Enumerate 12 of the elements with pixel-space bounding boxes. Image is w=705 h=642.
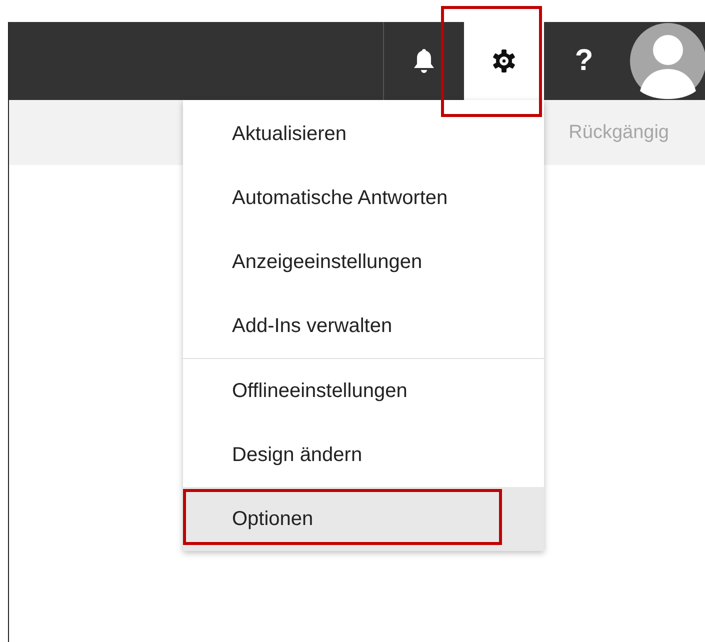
menu-item[interactable]: Optionen (183, 487, 544, 551)
menu-item[interactable]: Automatische Antworten (183, 166, 544, 230)
menu-item[interactable]: Anzeigeeinstellungen (183, 230, 544, 294)
menu-item[interactable]: Design ändern (183, 423, 544, 487)
bell-icon (413, 48, 435, 74)
settings-button[interactable] (464, 22, 544, 100)
menu-item[interactable]: Aktualisieren (183, 102, 544, 166)
menu-item[interactable]: Offlineeinstellungen (183, 359, 544, 423)
help-button[interactable]: ? (544, 22, 624, 100)
avatar-icon[interactable] (630, 23, 705, 99)
settings-icon (491, 48, 517, 74)
menu-item[interactable]: Add-Ins verwalten (183, 294, 544, 358)
